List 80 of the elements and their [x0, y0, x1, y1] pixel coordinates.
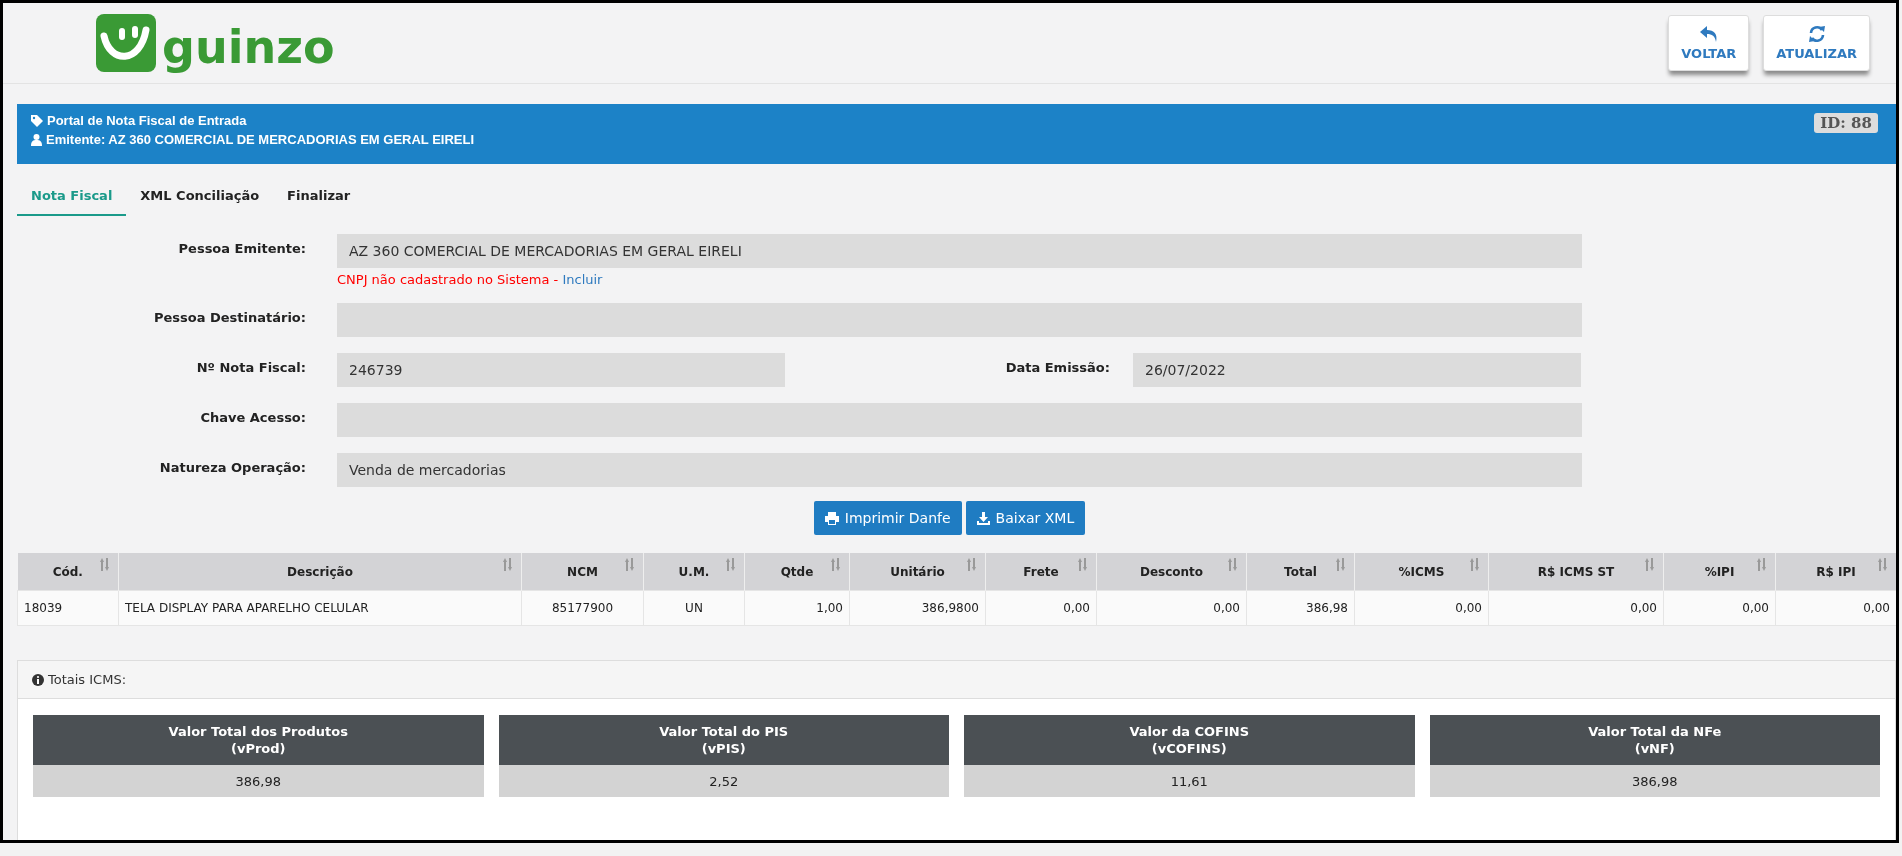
refresh-icon — [1807, 25, 1826, 43]
logo-text: guinzo — [162, 20, 335, 74]
table-cell: 1,00 — [744, 590, 850, 626]
column-header[interactable]: %IPI — [1663, 553, 1776, 591]
table-cell: 0,00 — [1354, 590, 1489, 626]
reply-arrow-icon — [1698, 25, 1719, 43]
column-header[interactable]: Descrição — [118, 553, 522, 591]
user-icon — [31, 133, 42, 146]
panel-title: Totais ICMS: — [48, 672, 127, 687]
total-header: Valor Total da NFe (vNF) — [1429, 715, 1880, 765]
column-header[interactable]: Cód. — [17, 553, 119, 591]
sort-icon — [966, 558, 977, 571]
column-header[interactable]: R$ IPI — [1775, 553, 1896, 591]
sort-icon — [99, 558, 110, 571]
sort-icon — [1756, 558, 1767, 571]
tag-icon — [31, 114, 43, 127]
total-value: 386,98 — [1429, 765, 1880, 797]
sort-icon — [1077, 558, 1088, 571]
table-cell: 0,00 — [1775, 590, 1896, 626]
include-link[interactable]: Incluir — [562, 272, 603, 287]
input-field[interactable] — [337, 303, 1582, 337]
table-cell: TELA DISPLAY PARA APARELHO CELULAR — [118, 590, 522, 626]
action-button[interactable]: Baixar XML — [965, 501, 1086, 535]
table-cell: 0,00 — [985, 590, 1097, 626]
id-badge: ID: 88 — [1814, 113, 1878, 133]
toolbar-button[interactable]: ATUALIZAR — [1763, 15, 1870, 71]
sort-icon — [1644, 558, 1655, 571]
column-header[interactable]: %ICMS — [1354, 553, 1489, 591]
column-header[interactable]: U.M. — [643, 553, 745, 591]
column-header[interactable]: Desconto — [1096, 553, 1247, 591]
error-message: CNPJ não cadastrado no Sistema - Incluir — [337, 272, 604, 287]
total-value: 386,98 — [33, 765, 484, 797]
field-label: Data Emissão: — [1004, 359, 1111, 377]
field-label: Natureza Operação: — [158, 459, 306, 477]
column-header[interactable]: Total — [1246, 553, 1355, 591]
sort-icon — [1877, 558, 1888, 571]
total-header: Valor Total dos Produtos (vProd) — [33, 715, 484, 765]
table-cell: 85177900 — [521, 590, 644, 626]
issuer-name: Emitente: AZ 360 COMERCIAL DE MERCADORIAS EM GERAL EIRELI — [46, 132, 475, 147]
total-header: Valor Total do PIS (vPIS) — [498, 715, 949, 765]
column-header[interactable]: Frete — [985, 553, 1097, 591]
printer-icon — [824, 511, 839, 525]
table-cell: 18039 — [17, 590, 119, 626]
table-cell: 0,00 — [1096, 590, 1247, 626]
smiley-logo-icon — [96, 14, 156, 72]
total-value: 11,61 — [964, 765, 1415, 797]
sort-icon — [502, 558, 513, 571]
column-header[interactable]: R$ ICMS ST — [1488, 553, 1664, 591]
sort-icon — [1469, 558, 1480, 571]
column-header[interactable]: NCM — [521, 553, 644, 591]
input-field[interactable]: 246739 — [337, 353, 785, 387]
column-header[interactable]: Unitário — [849, 553, 986, 591]
input-field[interactable]: AZ 360 COMERCIAL DE MERCADORIAS EM GERAL EIRELI — [337, 234, 1582, 268]
sort-icon — [830, 558, 841, 571]
table-cell: 0,00 — [1663, 590, 1776, 626]
sort-icon — [1227, 558, 1238, 571]
download-icon — [976, 511, 990, 525]
input-field[interactable]: Venda de mercadorias — [337, 453, 1582, 487]
total-header: Valor da COFINS (vCOFINS) — [964, 715, 1415, 765]
tab[interactable]: XML Conciliação — [126, 176, 274, 216]
table-cell: UN — [643, 590, 745, 626]
table-cell: 0,00 — [1488, 590, 1664, 626]
total-value: 2,52 — [498, 765, 949, 797]
input-field[interactable] — [337, 403, 1582, 437]
field-label: Pessoa Destinatário: — [152, 309, 306, 327]
sort-icon — [1335, 558, 1346, 571]
table-cell: 386,98 — [1246, 590, 1355, 626]
toolbar-button[interactable]: VOLTAR — [1668, 15, 1750, 71]
info-icon — [32, 673, 44, 686]
portal-title: Portal de Nota Fiscal de Entrada — [47, 113, 247, 128]
action-button[interactable]: Imprimir Danfe — [813, 501, 962, 535]
field-label: Chave Acesso: — [199, 409, 306, 427]
sort-icon — [725, 558, 736, 571]
tab[interactable]: Finalizar — [273, 176, 365, 216]
column-header[interactable]: Qtde — [744, 553, 850, 591]
input-field[interactable]: 26/07/2022 — [1133, 353, 1581, 387]
field-label: Pessoa Emitente: — [177, 240, 306, 258]
field-label: Nº Nota Fiscal: — [195, 359, 306, 377]
sort-icon — [624, 558, 635, 571]
table-cell: 386,9800 — [849, 590, 986, 626]
